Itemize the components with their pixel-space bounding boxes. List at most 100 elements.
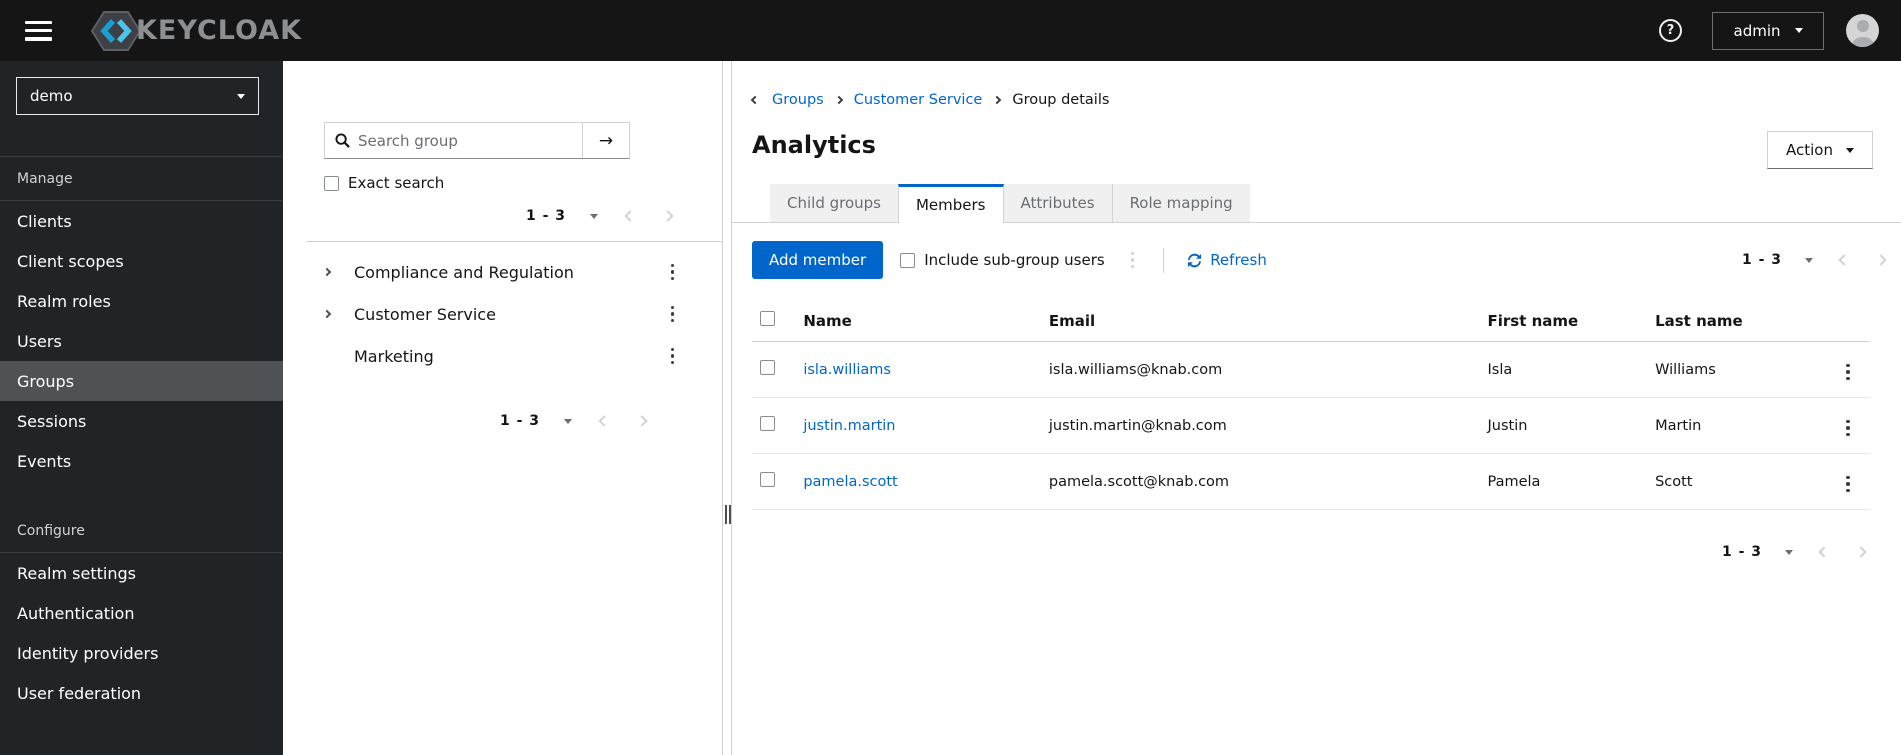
sidebar-item-user-federation[interactable]: User federation [0, 673, 283, 713]
top-bar: KEYCLOAK ? admin [0, 0, 1901, 61]
drag-grip-icon [724, 505, 731, 524]
pagination-options-toggle[interactable] [562, 417, 574, 426]
search-submit-button[interactable]: → [582, 123, 629, 158]
tab-attributes[interactable]: Attributes [1003, 184, 1112, 222]
tree-pagination-top: 1 - 3 [283, 208, 676, 224]
next-page-button[interactable] [634, 413, 650, 429]
brand-text: KEYCLOAK [136, 15, 303, 46]
pagination-options-toggle[interactable] [1783, 548, 1795, 557]
panel-resize-handle[interactable] [724, 61, 732, 755]
members-table: Name Email First name Last name isla.wil… [752, 300, 1870, 510]
pagination-range: 1 - 3 [1741, 252, 1782, 268]
next-page-button[interactable] [660, 208, 676, 224]
previous-page-button[interactable] [596, 413, 612, 429]
member-name-link[interactable]: justin.martin [803, 418, 895, 434]
next-page-button[interactable] [1853, 544, 1869, 560]
table-row: isla.williams isla.williams@knab.com Isl… [752, 341, 1870, 398]
breadcrumb: Groups Customer Service Group details [750, 92, 1901, 108]
kebab-menu-icon[interactable] [1838, 472, 1858, 497]
user-menu-label: admin [1733, 21, 1781, 40]
breadcrumb-back-icon[interactable] [750, 95, 760, 105]
add-member-button[interactable]: Add member [752, 241, 884, 279]
sidebar-item-realm-settings[interactable]: Realm settings [0, 553, 283, 593]
row-checkbox[interactable] [760, 472, 775, 487]
kebab-menu-icon[interactable] [663, 302, 683, 327]
sidebar-item-realm-roles[interactable]: Realm roles [0, 281, 283, 321]
breadcrumb-link-groups[interactable]: Groups [772, 92, 824, 108]
tree-pagination-bottom: 1 - 3 [283, 413, 650, 429]
chevron-down-icon [1794, 28, 1803, 33]
chevron-down-icon [237, 93, 245, 99]
kebab-menu-icon[interactable] [1838, 360, 1858, 385]
previous-page-button[interactable] [622, 208, 638, 224]
keycloak-logo: KEYCLOAK [90, 9, 302, 53]
pagination-options-toggle[interactable] [1803, 256, 1815, 265]
expand-chevron-icon[interactable] [322, 267, 354, 277]
sidebar-item-groups[interactable]: Groups [0, 361, 283, 401]
sidebar-item-identity-providers[interactable]: Identity providers [0, 633, 283, 673]
pagination-range: 1 - 3 [499, 413, 540, 429]
realm-select[interactable]: demo [16, 77, 259, 115]
members-pagination-bottom: 1 - 3 [732, 544, 1869, 560]
previous-page-button[interactable] [1816, 544, 1832, 560]
include-subgroup-users-checkbox[interactable] [900, 252, 916, 268]
exact-search-checkbox[interactable] [324, 175, 339, 191]
column-header-email: Email [1040, 300, 1480, 342]
groups-tree-panel: → Exact search 1 - 3 Compliance and Regu… [283, 61, 723, 755]
sidebar-item-authentication[interactable]: Authentication [0, 593, 283, 633]
kebab-menu-icon[interactable] [663, 344, 683, 369]
member-last-name: Williams [1647, 341, 1831, 398]
group-link[interactable]: Marketing [354, 347, 663, 366]
divider [307, 241, 722, 242]
breadcrumb-link-customer-service[interactable]: Customer Service [854, 92, 983, 108]
expand-chevron-icon[interactable] [322, 309, 354, 319]
pagination-range: 1 - 3 [525, 208, 566, 224]
group-search: → [324, 122, 630, 159]
sidebar-item-clients[interactable]: Clients [0, 201, 283, 241]
tab-members[interactable]: Members [897, 184, 1004, 223]
tab-child-groups[interactable]: Child groups [770, 184, 898, 222]
member-email: isla.williams@knab.com [1040, 341, 1480, 398]
column-header-name: Name [795, 300, 1041, 342]
sidebar-item-users[interactable]: Users [0, 321, 283, 361]
kebab-menu-icon[interactable] [1123, 248, 1143, 273]
tab-role-mapping[interactable]: Role mapping [1111, 184, 1250, 222]
member-first-name: Isla [1479, 341, 1648, 398]
user-menu-dropdown[interactable]: admin [1712, 11, 1824, 50]
sidebar-item-sessions[interactable]: Sessions [0, 401, 283, 441]
select-all-checkbox[interactable] [760, 311, 775, 326]
pagination-options-toggle[interactable] [588, 212, 600, 221]
group-link[interactable]: Compliance and Regulation [354, 263, 663, 282]
sidebar-item-client-scopes[interactable]: Client scopes [0, 241, 283, 281]
keycloak-hexagon-icon [90, 10, 142, 51]
member-first-name: Pamela [1479, 453, 1648, 510]
row-checkbox[interactable] [760, 360, 775, 375]
tree-item-customer-service: Customer Service [283, 293, 722, 335]
refresh-button[interactable]: Refresh [1187, 251, 1267, 269]
sidebar-item-events[interactable]: Events [0, 441, 283, 481]
chevron-down-icon [1845, 147, 1854, 153]
previous-page-button[interactable] [1836, 252, 1852, 268]
kebab-menu-icon[interactable] [1838, 416, 1858, 441]
member-name-link[interactable]: isla.williams [803, 362, 891, 378]
help-icon[interactable]: ? [1659, 19, 1682, 42]
member-last-name: Scott [1647, 453, 1831, 510]
table-row: justin.martin justin.martin@knab.com Jus… [752, 397, 1870, 454]
refresh-icon [1188, 253, 1202, 267]
member-name-link[interactable]: pamela.scott [803, 474, 897, 490]
group-search-input[interactable] [358, 131, 572, 150]
members-toolbar: Add member Include sub-group users Refre… [752, 232, 1889, 288]
breadcrumb-current: Group details [1012, 92, 1110, 108]
avatar[interactable] [1846, 14, 1879, 47]
chevron-right-icon [993, 95, 1002, 105]
action-dropdown[interactable]: Action [1767, 131, 1873, 169]
member-email: pamela.scott@knab.com [1040, 453, 1480, 510]
next-page-button[interactable] [1873, 252, 1889, 268]
hamburger-menu-icon[interactable] [25, 20, 52, 41]
tabs: Child groups Members Attributes Role map… [732, 184, 1901, 223]
table-row: pamela.scott pamela.scott@knab.com Pamel… [752, 453, 1870, 510]
realm-select-value: demo [30, 87, 73, 105]
row-checkbox[interactable] [760, 416, 775, 431]
kebab-menu-icon[interactable] [663, 260, 683, 285]
group-link[interactable]: Customer Service [354, 305, 663, 324]
